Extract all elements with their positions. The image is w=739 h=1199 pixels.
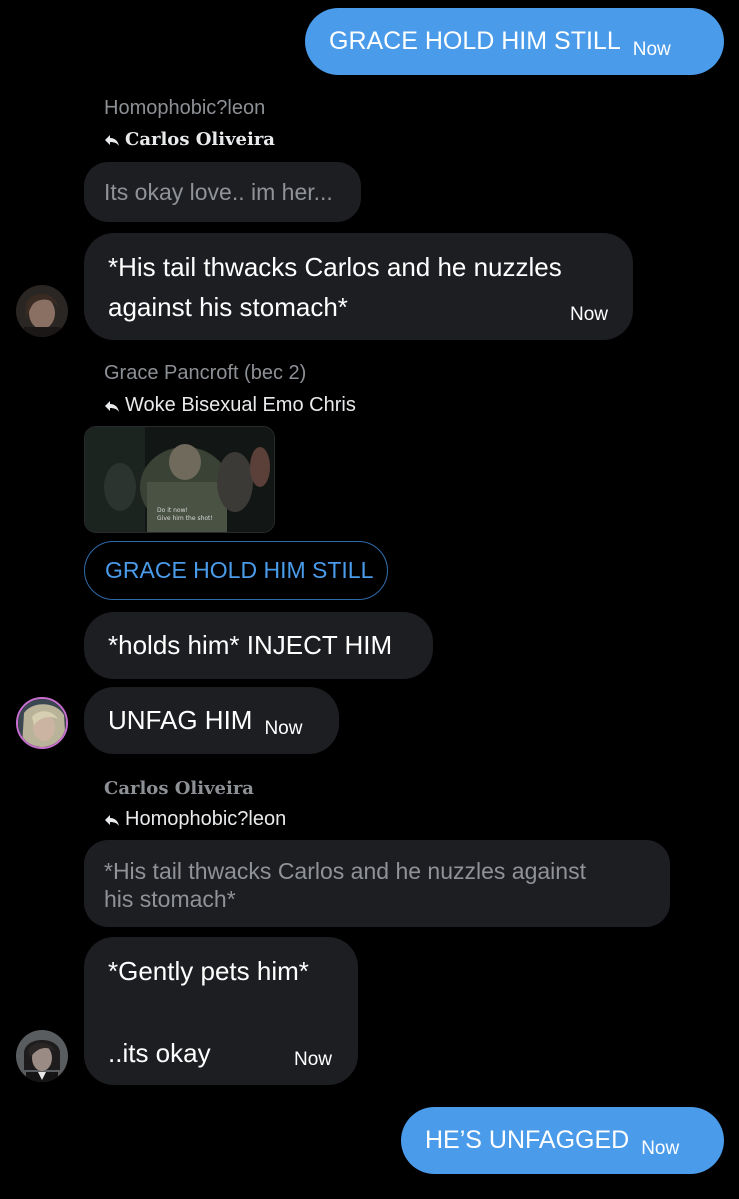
sender-name: Grace Pancroft (bec 2)	[104, 362, 307, 384]
message-text-line-1: *His tail thwacks Carlos and he nuzzles	[108, 252, 562, 282]
avatar-grace-icon	[18, 699, 66, 747]
incoming-message[interactable]: *holds him* INJECT HIM	[84, 612, 433, 679]
outgoing-message-5[interactable]: HE’S UNFAGGED Now	[401, 1107, 724, 1174]
avatar-leon[interactable]	[16, 285, 68, 337]
quoted-text-line-2: his stomach*	[104, 886, 236, 912]
avatar-grace[interactable]	[16, 697, 68, 749]
reply-to-label[interactable]: Carlos Oliveira	[104, 129, 275, 150]
message-timestamp: Now	[641, 1137, 680, 1159]
quoted-message[interactable]: *His tail thwacks Carlos and he nuzzles …	[84, 840, 670, 927]
message-text: UNFAG HIM	[108, 705, 253, 735]
message-text-line-2: against his stomach*	[108, 292, 348, 322]
reply-to-name: Woke Bisexual Emo Chris	[125, 394, 356, 416]
reply-to-label[interactable]: Homophobic?leon	[104, 808, 286, 831]
image-caption-line-1: Do it now!	[157, 507, 188, 514]
image-caption-line-2: Give him the shot!	[157, 515, 213, 522]
incoming-message[interactable]: UNFAG HIM Now	[84, 687, 339, 754]
message-text-line-1: *Gently pets him*	[108, 956, 309, 986]
incoming-message[interactable]: *Gently pets him* ..its okay Now	[84, 937, 358, 1085]
quoted-message-outlined[interactable]: GRACE HOLD HIM STILL	[84, 541, 388, 600]
message-text: *holds him* INJECT HIM	[108, 630, 393, 660]
sender-name: Homophobic?leon	[104, 97, 266, 119]
message-text: GRACE HOLD HIM STILL	[329, 27, 621, 55]
sender-name: Carlos Oliveira	[104, 778, 254, 799]
quoted-text-line-1: *His tail thwacks Carlos and he nuzzles …	[104, 858, 586, 884]
avatar-carlos-icon	[16, 1030, 68, 1082]
message-text: HE’S UNFAGGED	[425, 1126, 630, 1154]
quoted-text: Its okay love.. im her...	[104, 179, 333, 205]
quoted-image[interactable]: Do it now! Give him the shot!	[84, 426, 275, 533]
reply-to-name: Homophobic?leon	[125, 808, 287, 830]
reply-to-label[interactable]: Woke Bisexual Emo Chris	[104, 394, 356, 417]
message-timestamp: Now	[632, 38, 671, 60]
avatar-carlos[interactable]	[16, 1030, 68, 1082]
reply-arrow-icon	[105, 400, 119, 412]
quoted-text: GRACE HOLD HIM STILL	[105, 557, 374, 583]
message-timestamp: Now	[293, 1049, 332, 1070]
reply-to-name: Carlos Oliveira	[125, 129, 275, 150]
message-timestamp: Now	[569, 304, 608, 325]
outgoing-message-1[interactable]: GRACE HOLD HIM STILL Now	[305, 8, 724, 75]
message-timestamp: Now	[264, 718, 303, 739]
quoted-message[interactable]: Its okay love.. im her...	[84, 162, 361, 222]
incoming-message[interactable]: *His tail thwacks Carlos and he nuzzles …	[84, 233, 633, 340]
avatar-leon-icon	[16, 285, 68, 337]
reply-arrow-icon	[105, 134, 119, 146]
reply-arrow-icon	[105, 814, 119, 826]
message-text-line-2: ..its okay	[108, 1038, 211, 1068]
